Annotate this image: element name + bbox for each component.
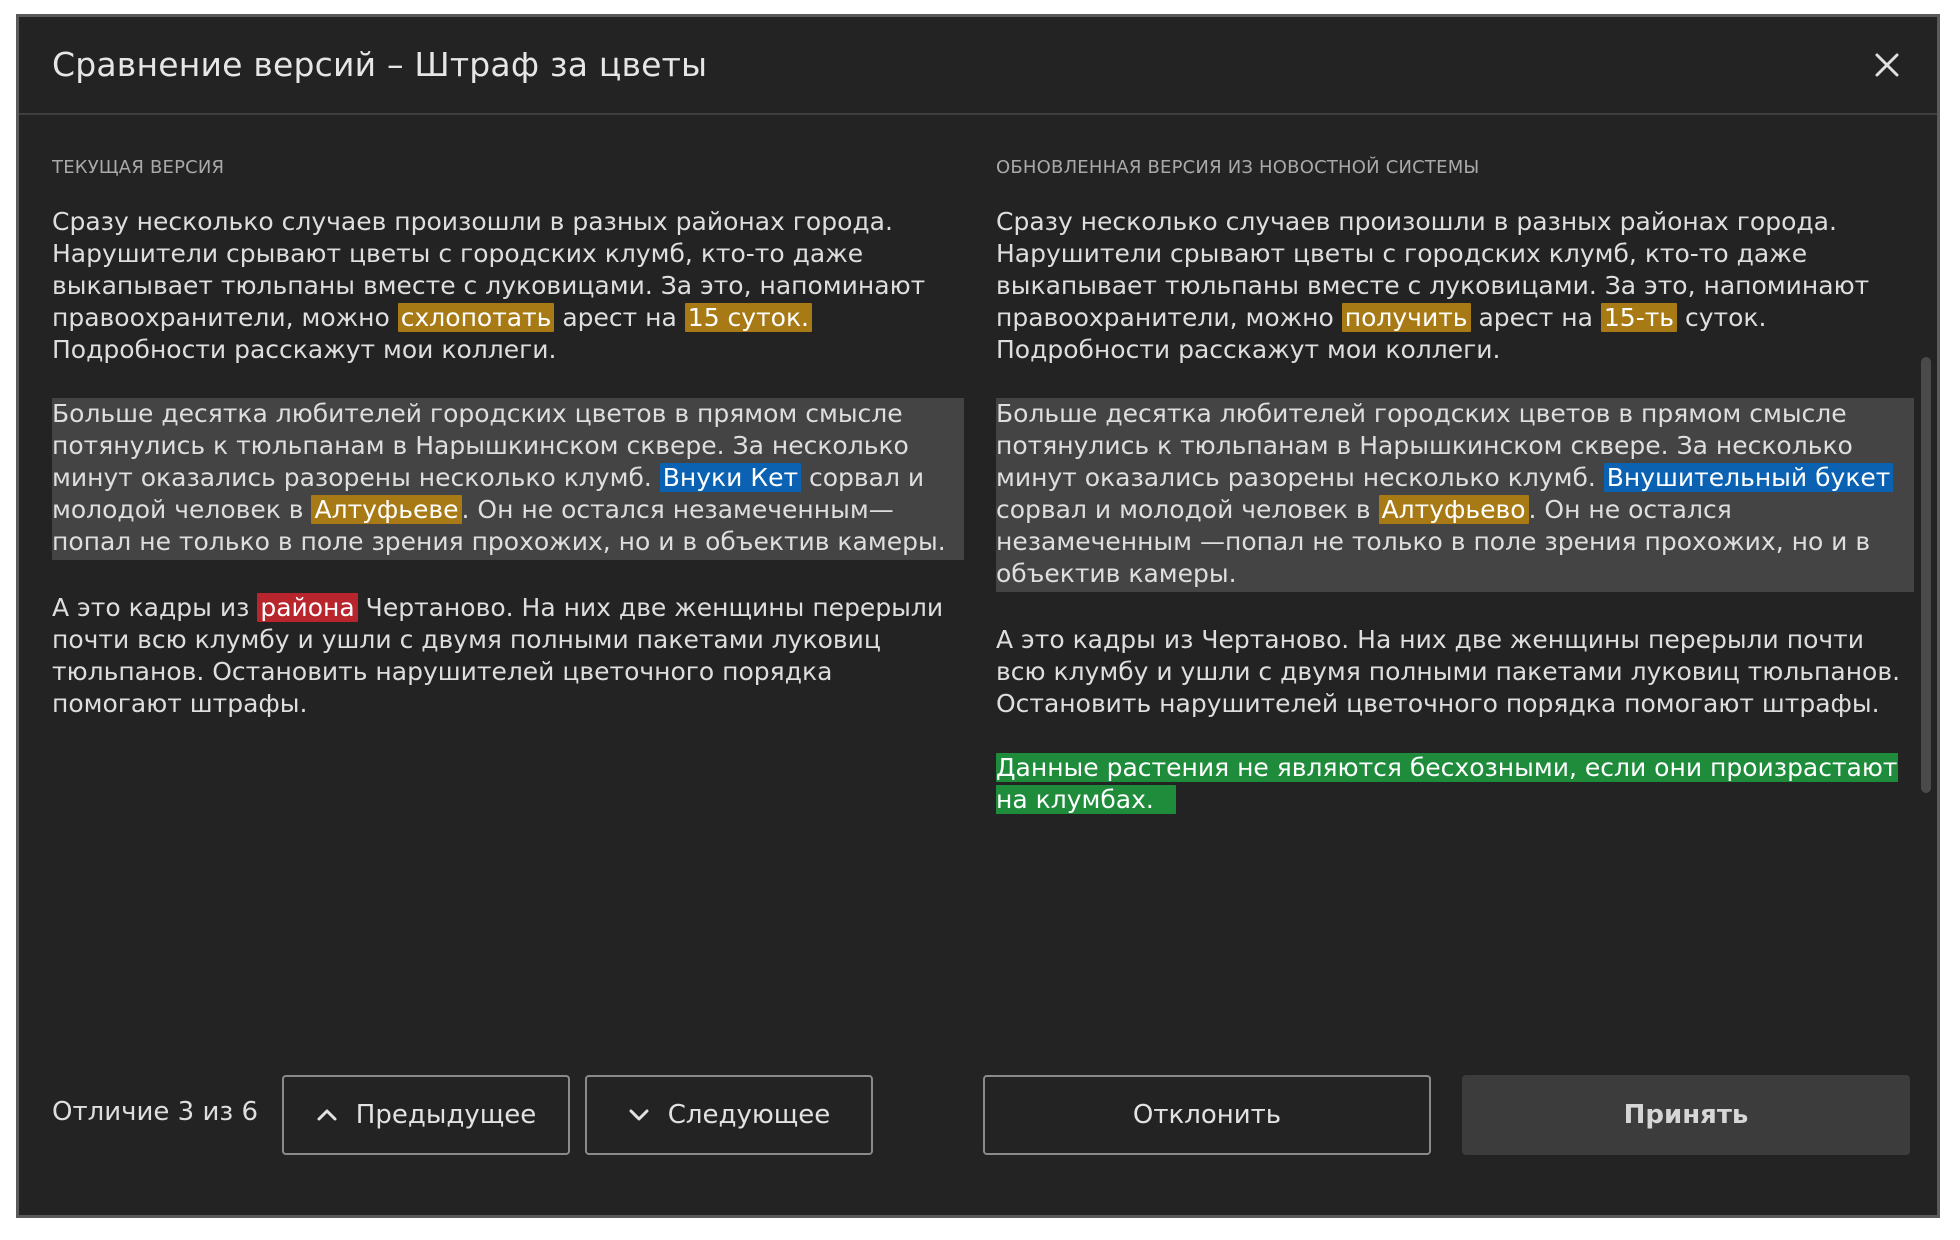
next-diff-button[interactable]: Следующее [585, 1075, 873, 1155]
current-version-pane: ТЕКУЩАЯ ВЕРСИЯ Сразу несколько случаев п… [52, 157, 964, 752]
updated-paragraph-4: Данные растения не являются бесхозными, … [996, 752, 1914, 816]
previous-diff-label: Предыдущее [355, 1100, 537, 1130]
updated-version-heading: ОБНОВЛЕННАЯ ВЕРСИЯ ИЗ НОВОСТНОЙ СИСТЕМЫ [996, 157, 1480, 178]
diff-changed[interactable]: Алтуфьево [1378, 495, 1529, 524]
diff-changed[interactable]: получить [1341, 303, 1471, 332]
diff-selected[interactable]: Внушительный букет [1603, 463, 1894, 492]
close-icon [1867, 45, 1907, 85]
dialog-header: Сравнение версий – Штраф за цветы [19, 17, 1937, 115]
current-paragraph-1: Сразу несколько случаев произошли в разн… [52, 206, 964, 366]
text-segment: Подробности расскажут мои коллеги. [52, 335, 557, 364]
text-segment: сорвал и молодой человек в [996, 495, 1379, 524]
text-segment: арест на [554, 303, 685, 332]
accept-label: Принять [1623, 1100, 1749, 1130]
diff-changed[interactable]: 15 суток. [684, 303, 813, 332]
reject-label: Отклонить [1132, 1100, 1282, 1130]
updated-paragraph-1: Сразу несколько случаев произошли в разн… [996, 206, 1914, 366]
diff-counter: Отличие 3 из 6 [52, 1097, 258, 1127]
compare-dialog: Сравнение версий – Штраф за цветы ТЕКУЩА… [16, 14, 1940, 1218]
updated-version-pane: ОБНОВЛЕННАЯ ВЕРСИЯ ИЗ НОВОСТНОЙ СИСТЕМЫ … [996, 157, 1914, 848]
updated-paragraph-3: А это кадры из Чертаново. На них две жен… [996, 624, 1914, 720]
chevron-up-icon [316, 1108, 338, 1122]
diff-selected[interactable]: Внуки Кет [659, 463, 802, 492]
diff-changed[interactable]: Алтуфьеве [311, 495, 462, 524]
accept-button[interactable]: Принять [1462, 1075, 1910, 1155]
diff-removed[interactable]: района [257, 593, 358, 622]
previous-diff-button[interactable]: Предыдущее [282, 1075, 570, 1155]
diff-changed[interactable]: 15-ть [1600, 303, 1678, 332]
chevron-down-icon [628, 1108, 650, 1122]
text-segment: А это кадры из [52, 593, 258, 622]
current-paragraph-3: А это кадры из района Чертаново. На них … [52, 592, 964, 720]
current-version-heading: ТЕКУЩАЯ ВЕРСИЯ [52, 157, 225, 178]
current-paragraph-2: Больше десятка любителей городских цвето… [52, 398, 964, 560]
text-segment: А это кадры из Чертаново. На них две жен… [996, 625, 1901, 718]
reject-button[interactable]: Отклонить [983, 1075, 1431, 1155]
next-diff-label: Следующее [667, 1100, 831, 1130]
diff-changed[interactable]: схлопотать [397, 303, 555, 332]
dialog-title: Сравнение версий – Штраф за цветы [52, 45, 708, 84]
close-button[interactable] [1867, 45, 1907, 85]
text-segment: арест на [1470, 303, 1601, 332]
scrollbar[interactable] [1921, 357, 1931, 793]
diff-added[interactable]: Данные растения не являются бесхозными, … [996, 753, 1898, 814]
updated-paragraph-2: Больше десятка любителей городских цвето… [996, 398, 1914, 592]
